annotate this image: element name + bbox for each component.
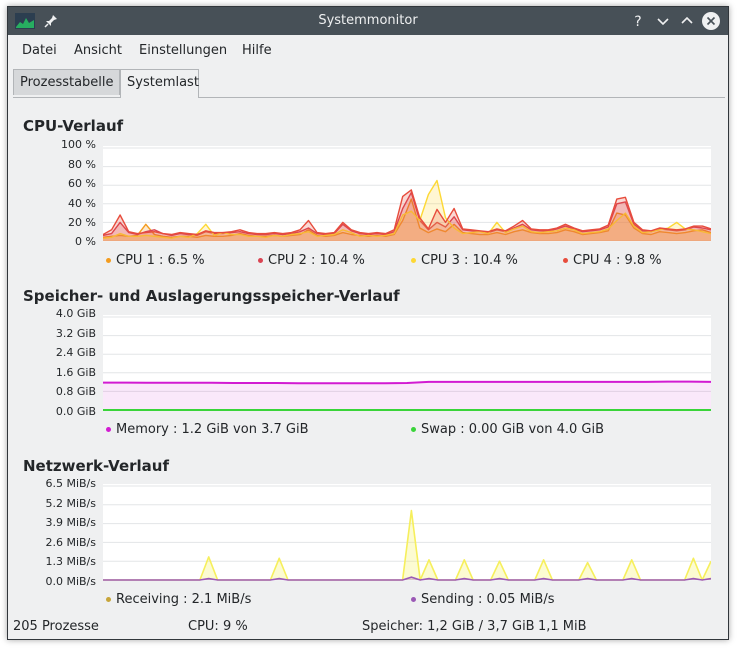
legend-cpu3: CPU 3 : 10.4 % <box>411 253 518 268</box>
svg-text:?: ? <box>634 14 641 30</box>
cpu3-legend-dot <box>411 258 416 263</box>
cpu2-legend-dot <box>258 258 263 263</box>
cpu4-legend-dot <box>563 258 568 263</box>
menu-bar: Datei Ansicht Einstellungen Hilfe <box>8 36 728 66</box>
status-cpu: CPU: 9 % <box>188 619 248 634</box>
title-bar[interactable]: Systemmonitor ? <box>8 7 728 35</box>
cpu1-legend-dot <box>106 258 111 263</box>
window-title: Systemmonitor <box>318 13 418 28</box>
minimize-icon[interactable] <box>653 11 673 31</box>
series-area-cpu-4 <box>103 189 711 241</box>
sending-legend-dot <box>411 597 416 602</box>
status-processes: 205 Prozesse <box>13 619 99 634</box>
legend-sending-label: Sending : 0.05 MiB/s <box>421 592 555 607</box>
menu-einstellungen[interactable]: Einstellungen <box>139 43 227 58</box>
network-section-title: Netzwerk-Verlauf <box>23 457 169 475</box>
net-y-tick: 6.5 MiB/s <box>45 477 96 490</box>
cpu-y-tick: 80 % <box>68 158 96 171</box>
net-y-tick: 0.0 MiB/s <box>45 575 96 588</box>
mem-y-tick: 0.0 GiB <box>55 405 96 418</box>
menu-datei[interactable]: Datei <box>22 43 57 58</box>
memory-history-chart <box>103 315 711 411</box>
network-history-chart <box>103 484 711 581</box>
systemlast-panel: CPU-Verlauf 100 % 80 % 60 % 40 % 20 % 0 … <box>13 98 725 608</box>
maximize-icon[interactable] <box>677 11 697 31</box>
cpu-y-tick: 40 % <box>68 197 96 210</box>
legend-cpu1-label: CPU 1 : 6.5 % <box>116 253 205 268</box>
tab-systemlast[interactable]: Systemlast <box>120 69 199 98</box>
legend-receiving: Receiving : 2.1 MiB/s <box>106 592 251 607</box>
menu-hilfe[interactable]: Hilfe <box>242 43 272 58</box>
legend-cpu1: CPU 1 : 6.5 % <box>106 253 205 268</box>
swap-legend-dot <box>411 427 416 432</box>
cpu-section-title: CPU-Verlauf <box>23 117 124 135</box>
cpu-y-tick: 20 % <box>68 216 96 229</box>
legend-receiving-label: Receiving : 2.1 MiB/s <box>116 592 252 607</box>
mem-y-tick: 1.6 GiB <box>55 366 96 379</box>
legend-swap-label: Swap : 0.00 GiB von 4.0 GiB <box>421 422 604 437</box>
receiving-legend-dot <box>106 597 111 602</box>
legend-cpu2: CPU 2 : 10.4 % <box>258 253 365 268</box>
tab-bar: Prozesstabelle Systemlast <box>13 69 725 98</box>
legend-memory: Memory : 1.2 GiB von 3.7 GiB <box>106 422 309 437</box>
help-icon[interactable]: ? <box>628 11 648 31</box>
net-y-tick: 3.9 MiB/s <box>45 516 96 529</box>
cpu-y-tick: 60 % <box>68 177 96 190</box>
series-area-memory <box>103 381 711 410</box>
status-swap: 1,1 MiB <box>538 619 587 634</box>
legend-memory-label: Memory : 1.2 GiB von 3.7 GiB <box>116 422 309 437</box>
net-y-tick: 5.2 MiB/s <box>45 497 96 510</box>
cpu-y-tick: 100 % <box>61 138 96 151</box>
status-bar: 205 Prozesse CPU: 9 % Speicher: 1,2 GiB … <box>8 617 728 639</box>
memory-section-title: Speicher- und Auslagerungsspeicher-Verla… <box>23 287 400 305</box>
memory-legend-dot <box>106 427 111 432</box>
mem-y-tick: 3.2 GiB <box>55 327 96 340</box>
mem-y-tick: 2.4 GiB <box>55 346 96 359</box>
mem-y-tick: 4.0 GiB <box>55 307 96 320</box>
menu-ansicht[interactable]: Ansicht <box>74 43 122 58</box>
close-icon[interactable] <box>701 11 721 31</box>
status-memory: Speicher: 1,2 GiB / 3,7 GiB <box>362 619 535 634</box>
system-monitor-window: Systemmonitor ? Datei Ansicht Einstellun… <box>7 6 729 640</box>
legend-swap: Swap : 0.00 GiB von 4.0 GiB <box>411 422 604 437</box>
net-y-tick: 1.3 MiB/s <box>45 555 96 568</box>
net-y-tick: 2.6 MiB/s <box>45 536 96 549</box>
mem-y-tick: 0.8 GiB <box>55 385 96 398</box>
legend-cpu3-label: CPU 3 : 10.4 % <box>421 253 518 268</box>
tab-prozesstabelle[interactable]: Prozesstabelle <box>13 69 120 95</box>
cpu-history-chart <box>103 146 711 242</box>
legend-cpu2-label: CPU 2 : 10.4 % <box>268 253 365 268</box>
legend-cpu4-label: CPU 4 : 9.8 % <box>573 253 662 268</box>
cpu-y-tick: 0 % <box>75 235 96 248</box>
legend-sending: Sending : 0.05 MiB/s <box>411 592 554 607</box>
legend-cpu4: CPU 4 : 9.8 % <box>563 253 662 268</box>
